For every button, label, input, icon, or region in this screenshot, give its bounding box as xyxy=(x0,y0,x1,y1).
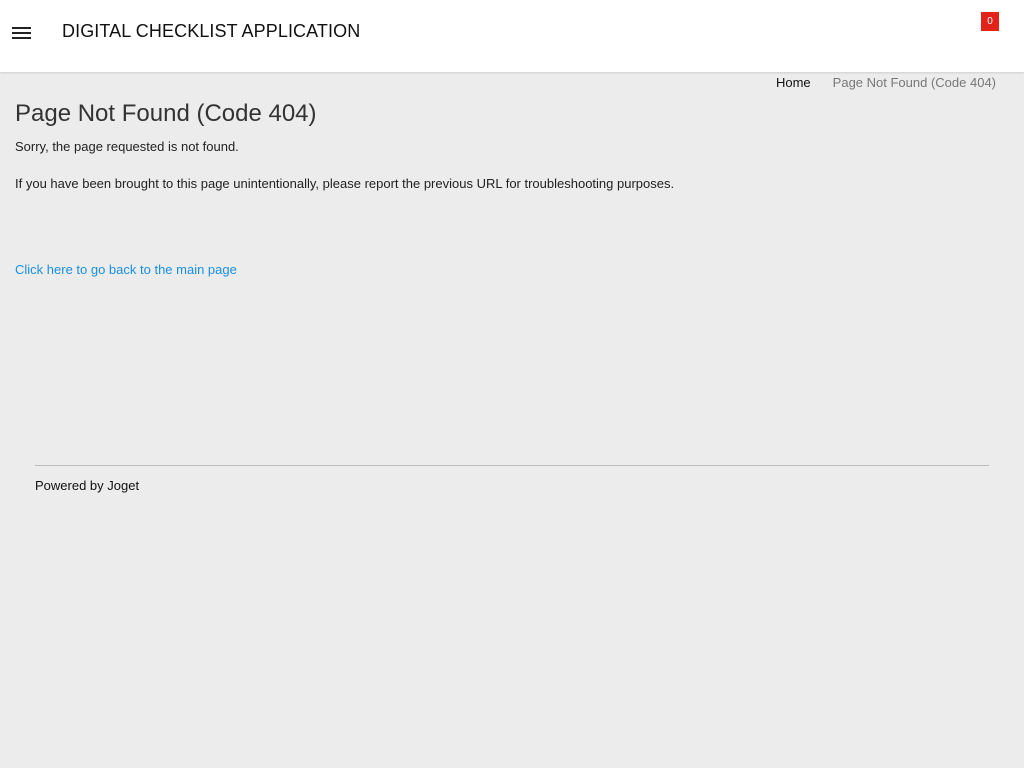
breadcrumb-home-link[interactable]: Home xyxy=(776,75,811,90)
notification-badge[interactable]: 0 xyxy=(981,12,999,31)
page-title: Page Not Found (Code 404) xyxy=(15,100,317,127)
menu-icon[interactable] xyxy=(12,27,32,41)
top-header: DIGITAL CHECKLIST APPLICATION 0 xyxy=(0,0,1024,72)
back-to-main-link[interactable]: Click here to go back to the main page xyxy=(15,262,237,277)
breadcrumb-current: Page Not Found (Code 404) xyxy=(832,75,996,90)
app-title: DIGITAL CHECKLIST APPLICATION xyxy=(62,21,361,41)
instruction-text: If you have been brought to this page un… xyxy=(15,176,675,191)
footer-powered-by: Powered by Joget xyxy=(35,478,140,493)
footer-divider xyxy=(35,465,989,466)
breadcrumb: Home Page Not Found (Code 404) xyxy=(776,75,996,90)
error-message: Sorry, the page requested is not found. xyxy=(15,139,239,154)
